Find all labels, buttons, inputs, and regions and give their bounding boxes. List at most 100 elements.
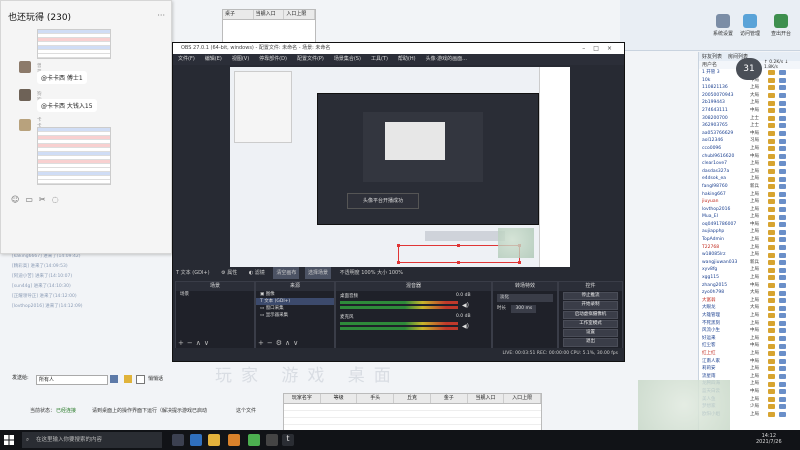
player-row[interactable]: 362903765 上士	[699, 122, 800, 130]
recipient-select[interactable]: 所有人	[36, 375, 108, 385]
folder-icon[interactable]	[208, 434, 220, 446]
col-header[interactable]: 等级	[321, 394, 358, 403]
menu-scene-collection[interactable]: 场景集合(S)	[329, 54, 366, 65]
source-item[interactable]: ▭ 显示器采集	[256, 312, 334, 319]
emoji-icon[interactable]: ☺	[11, 195, 25, 204]
player-row[interactable]: 大眼龙 大局	[699, 304, 800, 312]
speaker-icon[interactable]: ◀)	[462, 302, 469, 309]
windows-start-icon[interactable]	[4, 435, 14, 445]
player-row[interactable]: T22768 上局	[699, 244, 800, 252]
player-row[interactable]: 不死黑刻 上局	[699, 320, 800, 328]
studio-mode-button[interactable]: 工作室模式	[563, 319, 618, 329]
player-row[interactable]: 风流小生 中局	[699, 327, 800, 335]
send-icon[interactable]	[110, 375, 118, 383]
player-row[interactable]: lovthop2016 上局	[699, 206, 800, 214]
emoji-icon[interactable]	[124, 375, 132, 383]
filters-button[interactable]: ◐ 滤镜	[246, 267, 268, 279]
player-row[interactable]: oq0491786007 中局	[699, 221, 800, 229]
player-row[interactable]: 110821136 上局	[699, 84, 800, 92]
player-row[interactable]: 20050070943 大局	[699, 92, 800, 100]
player-row[interactable]: haking667 上局	[699, 191, 800, 199]
player-row[interactable]: wangjiuwan033 新兵	[699, 259, 800, 267]
transition-select[interactable]: 淡化	[497, 294, 553, 302]
settings-button[interactable]: 设置	[563, 329, 618, 338]
player-row[interactable]: jiuyuan 上局	[699, 198, 800, 206]
player-row[interactable]: e4dsok_ea 上局	[699, 175, 800, 183]
player-row[interactable]: fangl98760 新兵	[699, 183, 800, 191]
player-row[interactable]: clear1ove7 上局	[699, 160, 800, 168]
taskbar-search[interactable]: ⌕ 在这里输入你要搜索的内容	[22, 432, 162, 448]
player-row[interactable]: aujiapphp 上局	[699, 228, 800, 236]
player-row[interactable]: 2b199443 上局	[699, 99, 800, 107]
player-row[interactable]: 莉莉安 上局	[699, 365, 800, 373]
duration-input[interactable]: 300 ms	[511, 305, 537, 313]
speaker-icon[interactable]: ◀)	[462, 323, 469, 330]
start-recording-button[interactable]: 开始录制	[563, 301, 618, 310]
scene-item[interactable]: 场景	[176, 291, 254, 298]
shared-image[interactable]	[37, 29, 111, 59]
player-row[interactable]: 红上红 上局	[699, 350, 800, 358]
source-item[interactable]: T 文本 (GDI+)	[256, 298, 334, 305]
menu-edit[interactable]: 编辑(E)	[200, 54, 227, 65]
player-row[interactable]: 红尘客 中局	[699, 342, 800, 350]
browser-icon[interactable]	[190, 434, 202, 446]
menu-tools[interactable]: 工具(T)	[366, 54, 393, 65]
source-item[interactable]: ▣ 图像	[256, 291, 334, 298]
wechat-icon[interactable]	[248, 434, 260, 446]
chat-window[interactable]: 也还玩得 (230) ··· 曾哥 @卡卡西 傅士1 狗狗 @卡卡西 大钱入15…	[0, 0, 172, 254]
player-row[interactable]: 大富翁 上局	[699, 297, 800, 305]
app-icon[interactable]	[228, 434, 240, 446]
player-row[interactable]: TopAdmin 上局	[699, 236, 800, 244]
window-controls[interactable]: –□×	[582, 43, 620, 54]
scissors-icon[interactable]: ✂	[39, 195, 52, 204]
col-header[interactable]: 当舰入口	[468, 394, 505, 403]
col-header[interactable]: 桌子	[223, 10, 254, 19]
chat-bubble-icon[interactable]: ◌	[52, 195, 65, 204]
source-dock-buttons[interactable]: +−⚙∧∨	[258, 339, 301, 347]
player-row[interactable]: 274643111 中局	[699, 107, 800, 115]
col-header[interactable]: 玩家名字	[284, 394, 321, 403]
player-row[interactable]: xgg115 上局	[699, 274, 800, 282]
shared-image[interactable]	[37, 127, 111, 185]
player-row[interactable]: dasdas327a 上局	[699, 168, 800, 176]
open-table-button[interactable]: 查出开台	[763, 14, 799, 37]
col-header[interactable]: 当舰入口	[254, 10, 285, 19]
player-row[interactable]: w18085lrz 上局	[699, 251, 800, 259]
whisper-checkbox[interactable]	[136, 375, 145, 384]
player-row[interactable]: 江南人家 中局	[699, 358, 800, 366]
clear-canvas-button[interactable]: 清空画布	[273, 267, 300, 279]
text-app-icon[interactable]: t	[282, 434, 294, 446]
col-header[interactable]: 入口上限	[284, 10, 316, 19]
obs-icon[interactable]	[266, 434, 278, 446]
player-row[interactable]: xyv8fg 上局	[699, 266, 800, 274]
menu-view[interactable]: 视图(V)	[227, 54, 254, 65]
menu-help[interactable]: 帮助(H)	[393, 54, 421, 65]
player-row[interactable]: chubl9616620 中局	[699, 153, 800, 161]
player-row[interactable]: zyo0h798 大局	[699, 289, 800, 297]
exit-button[interactable]: 退出	[563, 338, 618, 347]
tab-friends[interactable]: 好友列表	[699, 52, 725, 61]
col-header[interactable]: 金子	[431, 394, 468, 403]
player-row[interactable]: 大雄管理 上局	[699, 312, 800, 320]
more-icon[interactable]: ···	[157, 11, 165, 20]
menu-file[interactable]: 文件(F)	[173, 54, 200, 65]
menu-docks[interactable]: 停靠部件(D)	[254, 54, 292, 65]
player-row[interactable]: 好运来 上局	[699, 335, 800, 343]
player-row[interactable]: cco0096 上局	[699, 145, 800, 153]
player-row[interactable]: 308200700 上士	[699, 115, 800, 123]
scene-dock-buttons[interactable]: +−∧∨	[178, 339, 212, 347]
player-row[interactable]: aol12346 习局	[699, 137, 800, 145]
col-header[interactable]: 手头	[357, 394, 395, 403]
obs-window[interactable]: OBS 27.0.1 (64-bit, windows) - 配置文件: 未命名…	[172, 42, 625, 362]
properties-button[interactable]: ⚙ 属性	[218, 267, 240, 279]
source-item[interactable]: ▭ 窗口采集	[256, 305, 334, 312]
task-view-icon[interactable]	[172, 434, 184, 446]
player-row[interactable]: zhang2015 中局	[699, 282, 800, 290]
menu-profile[interactable]: 配置文件(P)	[292, 54, 329, 65]
col-header[interactable]: 丘克	[394, 394, 431, 403]
menu-extra[interactable]: 头像·游戏的画面...	[421, 54, 472, 65]
select-scene-button[interactable]: 选择场景	[305, 267, 332, 279]
stop-streaming-button[interactable]: 停止推流	[563, 292, 618, 301]
virtual-camera-button[interactable]: 启动虚拟摄像机	[563, 310, 618, 319]
player-row[interactable]: Mua_EI 上局	[699, 213, 800, 221]
